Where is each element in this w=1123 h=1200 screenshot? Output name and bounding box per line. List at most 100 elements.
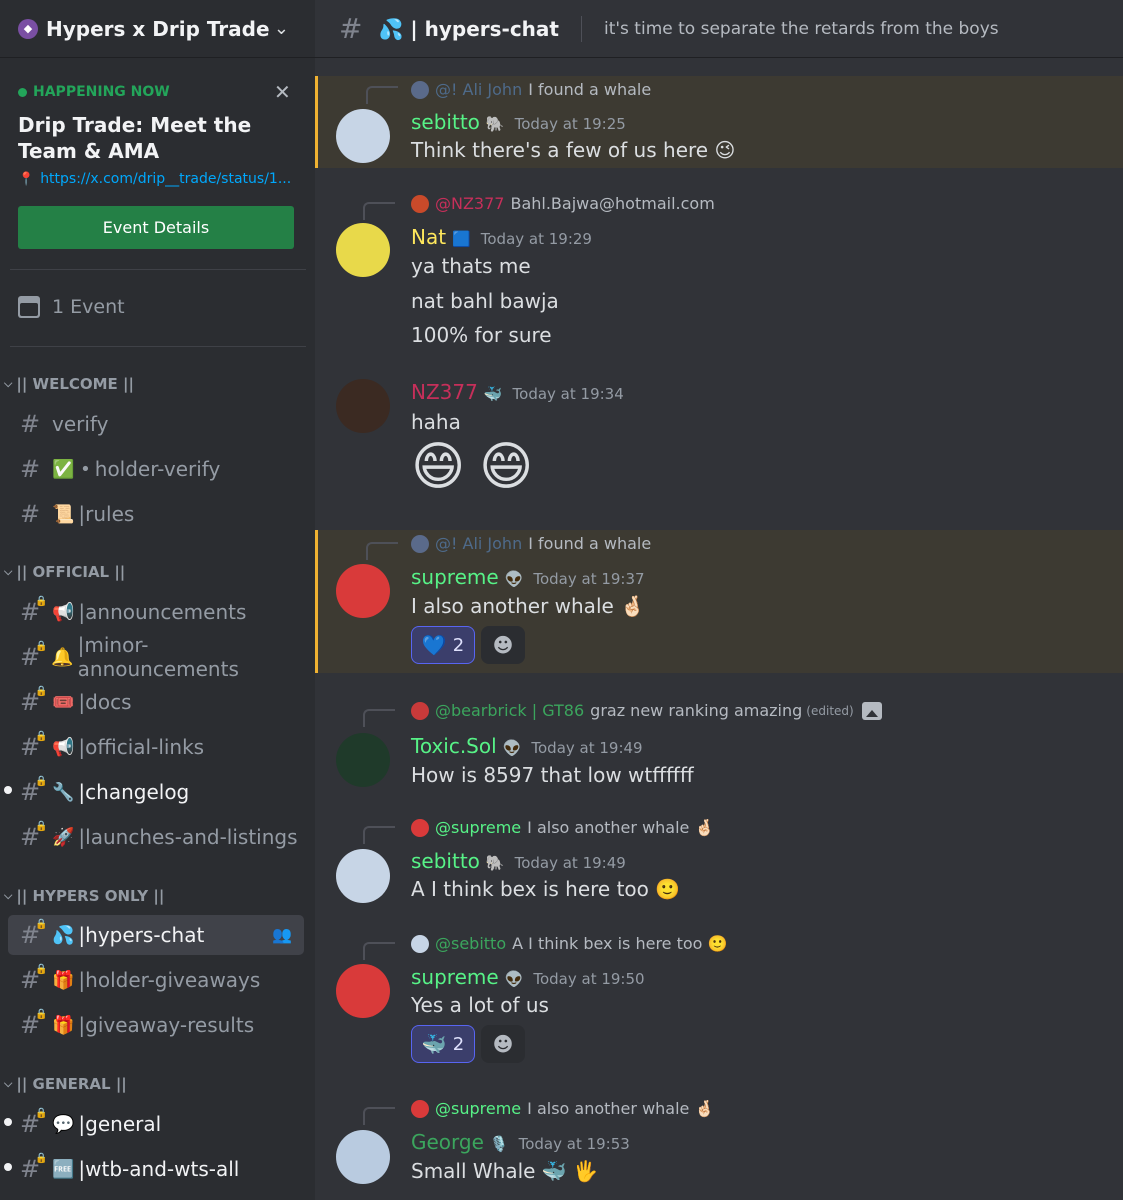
channel-emoji: 🎁 [52,969,75,991]
message[interactable]: @NZ377 Bahl.Bajwa@hotmail.com Nat 🟦 Toda… [315,190,1123,360]
username[interactable]: sebitto [411,110,480,134]
message[interactable]: @supreme I also another whale 🤞🏻 George … [315,1095,1123,1200]
channel-minor-announcements[interactable]: # 🔒 🔔 |minor-announcements [8,633,304,681]
message-text: ya thats me [411,254,531,278]
reply-text: I found a whale [528,80,652,99]
avatar[interactable] [336,223,390,277]
category-label: || WELCOME || [16,375,134,393]
hash-icon: # [20,410,41,438]
events-row[interactable]: 1 Event [18,296,125,318]
timestamp: Today at 19:50 [533,970,645,988]
message-header: Toxic.Sol 👽 Today at 19:49 [411,734,643,758]
reply-preview[interactable]: @NZ377 Bahl.Bajwa@hotmail.com [411,194,715,213]
reply-mention: @sebitto [435,934,507,953]
reply-avatar [411,818,429,837]
reaction-button[interactable]: 🐳 2 [411,1025,475,1063]
divider [10,346,306,347]
event-details-button[interactable]: Event Details [18,206,294,249]
reaction-count: 2 [452,634,465,656]
category-hypers-only[interactable]: ⌵ || HYPERS ONLY || [4,887,164,905]
grinning-emoji: 😄 [479,437,534,497]
category-welcome[interactable]: ⌵ || WELCOME || [4,375,134,393]
channel-emoji: ✅ • [52,458,91,480]
avatar[interactable] [336,733,390,787]
avatar[interactable] [336,964,390,1018]
channel-official-links[interactable]: # 🔒 📢 |official-links [8,727,304,767]
username[interactable]: supreme [411,565,499,589]
channel-verify[interactable]: # verify [8,404,304,444]
avatar[interactable] [336,109,390,163]
channel-holder-giveaways[interactable]: # 🔒 🎁 |holder-giveaways [8,960,304,1000]
avatar[interactable] [336,379,390,433]
channel-general[interactable]: # 🔒 💬 |general [4,1104,304,1144]
reply-preview[interactable]: @supreme I also another whale 🤞🏻 [411,1099,714,1118]
category-official[interactable]: ⌵ || OFFICIAL || [4,563,125,581]
channel-label: |rules [78,502,135,526]
avatar[interactable] [336,849,390,903]
timestamp: Today at 19:49 [531,739,643,757]
channel-label: |docs [78,690,132,714]
category-label: || HYPERS ONLY || [16,887,165,905]
message-header: Nat 🟦 Today at 19:29 [411,225,592,249]
reply-text: I also another whale 🤞🏻 [527,1099,715,1118]
username[interactable]: Nat [411,225,446,249]
message-text: Yes a lot of us [411,993,549,1017]
locked-hash-icon: # [339,12,363,45]
reply-avatar [411,194,429,213]
reply-text: graz new ranking amazing [590,701,803,720]
locked-hash-icon: # 🔒 [20,821,48,851]
channel-docs[interactable]: # 🔒 🎟️ |docs [8,682,304,722]
message-header: sebitto 🐘 Today at 19:49 [411,849,626,873]
message[interactable]: @bearbrick | GT86 graz new ranking amazi… [315,697,1123,797]
category-general[interactable]: ⌵ || GENERAL || [4,1075,127,1093]
add-reaction-button[interactable]: ☻ [481,1025,525,1063]
event-link[interactable]: https://x.com/drip__trade/status/1... [40,171,291,187]
channel-label: holder-verify [94,457,221,481]
channel-label: |changelog [78,780,190,804]
channel-launches-and-listings[interactable]: # 🔒 🚀 |launches-and-listings [8,817,304,857]
channel-topic[interactable]: it's time to separate the retards from t… [604,19,999,39]
message[interactable]: @supreme I also another whale 🤞🏻 sebitto… [315,814,1123,914]
locked-hash-icon: # 🔒 [20,1108,48,1138]
reply-preview[interactable]: @bearbrick | GT86 graz new ranking amazi… [411,701,882,720]
reply-preview[interactable]: @! Ali John I found a whale [411,534,651,553]
username[interactable]: Toxic.Sol [411,734,497,758]
username[interactable]: George [411,1130,484,1154]
message-header: supreme 👽 Today at 19:37 [411,565,645,589]
reply-preview[interactable]: @! Ali John I found a whale [411,80,651,99]
add-member-icon[interactable]: 👥 [272,925,292,944]
channel-rules[interactable]: # 📜 |rules [8,494,304,534]
message[interactable]: @sebitto A I think bex is here too 🙂 sup… [315,930,1123,1070]
timestamp: Today at 19:29 [480,230,592,248]
reply-mention: @NZ377 [435,194,505,213]
channel-announcements[interactable]: # 🔒 📢 |announcements [8,592,304,632]
channel-emoji: 🎁 [52,1014,75,1036]
locked-hash-icon: # 🔒 [20,686,48,716]
username[interactable]: NZ377 [411,380,478,404]
avatar[interactable] [336,564,390,618]
reply-preview[interactable]: @sebitto A I think bex is here too 🙂 [411,934,727,953]
close-icon[interactable]: ✕ [274,80,291,104]
chevron-down-icon[interactable]: ⌄ [274,18,289,39]
channel-giveaway-results[interactable]: # 🔒 🎁 |giveaway-results [8,1005,304,1045]
timestamp: Today at 19:53 [518,1135,630,1153]
channel-hypers-chat[interactable]: # 🔒 💦 |hypers-chat 👥 [8,915,304,955]
message[interactable]: @! Ali John I found a whale sebitto 🐘 To… [315,76,1123,168]
channel-holder-verify[interactable]: # ✅ • holder-verify [8,449,304,489]
channel-emoji: 💦 [52,924,75,946]
message-text: Small Whale 🐳 🖐️ [411,1159,598,1183]
avatar[interactable] [336,1130,390,1184]
message[interactable]: @! Ali John I found a whale supreme 👽 To… [315,530,1123,673]
reply-text: Bahl.Bajwa@hotmail.com [510,194,715,213]
add-reaction-button[interactable]: ☻ [481,626,525,664]
username[interactable]: sebitto [411,849,480,873]
reply-preview[interactable]: @supreme I also another whale 🤞🏻 [411,818,714,837]
channel-wtb-and-wts-all[interactable]: # 🔒 🆓 |wtb-and-wts-all [4,1149,304,1189]
reaction-button[interactable]: 💙 2 [411,626,475,664]
channel-changelog[interactable]: # 🔒 🔧 |changelog [4,772,304,812]
server-header[interactable]: ◆ Hypers x Drip Trade ⌄ [0,0,315,58]
username[interactable]: supreme [411,965,499,989]
whale-emoji: 🐳 [421,1032,447,1056]
chevron-down-icon: ⌵ [4,565,13,578]
message[interactable]: NZ377 🐳 Today at 19:34 haha 😄 😄 [315,375,1123,515]
